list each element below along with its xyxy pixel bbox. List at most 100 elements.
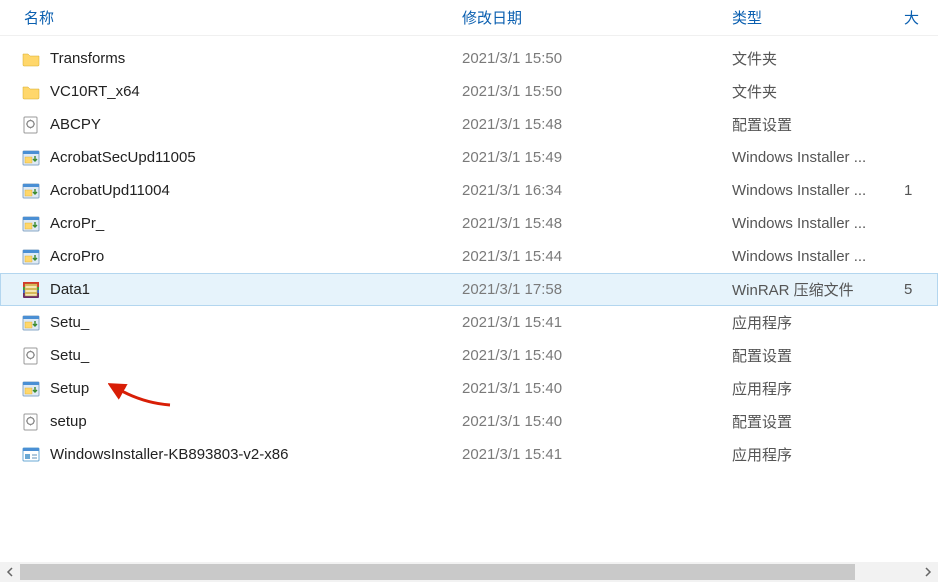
file-date-cell: 2021/3/1 16:34 xyxy=(454,174,724,207)
file-size-cell xyxy=(904,240,938,273)
config-icon xyxy=(20,411,42,433)
file-name-label: AcrobatSecUpd11005 xyxy=(50,149,196,166)
file-name-label: AcroPro xyxy=(50,248,104,265)
file-row[interactable]: VC10RT_x64 2021/3/1 15:50文件夹 xyxy=(0,75,938,108)
file-name-label: Setu_ xyxy=(50,314,89,331)
file-date-cell: 2021/3/1 15:41 xyxy=(454,306,724,339)
msi-icon xyxy=(20,246,42,268)
folder-icon xyxy=(20,48,42,70)
file-list-view: 名称 修改日期 类型 大 Transforms 2021/3/1 15:50文件夹… xyxy=(0,0,938,560)
column-header-type[interactable]: 类型 xyxy=(724,0,904,35)
file-name-label: setup xyxy=(50,413,87,430)
scroll-right-button[interactable] xyxy=(918,562,938,582)
horizontal-scrollbar[interactable] xyxy=(0,562,938,582)
file-row[interactable]: Setu_ 2021/3/1 15:40配置设置 xyxy=(0,339,938,372)
winrar-icon xyxy=(20,279,42,301)
app-msi-icon xyxy=(20,378,42,400)
file-row[interactable]: setup2021/3/1 15:40配置设置 xyxy=(0,405,938,438)
file-size-cell xyxy=(904,372,938,405)
file-name-label: AcrobatUpd11004 xyxy=(50,182,170,199)
file-type-cell: 应用程序 xyxy=(724,438,904,471)
file-type-cell: 应用程序 xyxy=(724,372,904,405)
file-size-cell xyxy=(904,42,938,75)
file-type-cell: WinRAR 压缩文件 xyxy=(724,273,904,306)
file-name-label: Transforms xyxy=(50,50,125,67)
file-size-cell xyxy=(904,306,938,339)
file-row[interactable]: AcrobatUpd11004 2021/3/1 16:34Windows Ins… xyxy=(0,174,938,207)
file-name-label: ABCPY xyxy=(50,116,101,133)
file-date-cell: 2021/3/1 15:40 xyxy=(454,372,724,405)
msi-icon xyxy=(20,180,42,202)
column-header-date[interactable]: 修改日期 xyxy=(454,0,724,35)
file-type-cell: 配置设置 xyxy=(724,405,904,438)
file-size-cell xyxy=(904,108,938,141)
file-name-label: Setu_ xyxy=(50,347,89,364)
file-name-cell[interactable]: Setup xyxy=(0,372,454,405)
file-name-cell[interactable]: Data1 xyxy=(0,273,454,306)
file-type-cell: 配置设置 xyxy=(724,339,904,372)
scrollbar-thumb[interactable] xyxy=(20,564,855,580)
file-type-cell: Windows Installer ... xyxy=(724,141,904,174)
scroll-left-button[interactable] xyxy=(0,562,20,582)
file-name-cell[interactable]: Setu_ xyxy=(0,339,454,372)
file-date-cell: 2021/3/1 17:58 xyxy=(454,273,724,306)
config-icon xyxy=(20,114,42,136)
file-name-cell[interactable]: AcrobatUpd11004 xyxy=(0,174,454,207)
file-name-cell[interactable]: ABCPY xyxy=(0,108,454,141)
file-row[interactable]: AcrobatSecUpd11005 2021/3/1 15:49Windows … xyxy=(0,141,938,174)
file-row[interactable]: AcroPr_ 2021/3/1 15:48Windows Installer .… xyxy=(0,207,938,240)
file-name-cell[interactable]: Setu_ xyxy=(0,306,454,339)
msi-icon xyxy=(20,147,42,169)
file-name-label: VC10RT_x64 xyxy=(50,83,140,100)
file-date-cell: 2021/3/1 15:40 xyxy=(454,339,724,372)
file-name-label: Setup xyxy=(50,380,89,397)
file-name-cell[interactable]: AcroPro xyxy=(0,240,454,273)
file-row[interactable]: Transforms 2021/3/1 15:50文件夹 xyxy=(0,42,938,75)
msi-icon xyxy=(20,213,42,235)
config-icon xyxy=(20,345,42,367)
file-row[interactable]: Data1 2021/3/1 17:58WinRAR 压缩文件5 xyxy=(0,273,938,306)
file-type-cell: 配置设置 xyxy=(724,108,904,141)
app-msi-icon xyxy=(20,312,42,334)
file-date-cell: 2021/3/1 15:50 xyxy=(454,75,724,108)
file-date-cell: 2021/3/1 15:50 xyxy=(454,42,724,75)
file-size-cell: 5 xyxy=(904,273,938,306)
file-row[interactable]: Setup 2021/3/1 15:40应用程序 xyxy=(0,372,938,405)
scrollbar-track[interactable] xyxy=(20,562,918,582)
file-size-cell: 1 xyxy=(904,174,938,207)
file-type-cell: 文件夹 xyxy=(724,42,904,75)
file-row[interactable]: AcroPro 2021/3/1 15:44Windows Installer .… xyxy=(0,240,938,273)
app-icon xyxy=(20,444,42,466)
file-name-label: Data1 xyxy=(50,281,90,298)
file-date-cell: 2021/3/1 15:44 xyxy=(454,240,724,273)
file-row[interactable]: ABCPY 2021/3/1 15:48配置设置 xyxy=(0,108,938,141)
file-rows: Transforms 2021/3/1 15:50文件夹 VC10RT_x64 202… xyxy=(0,36,938,471)
file-name-cell[interactable]: WindowsInstaller-KB893803-v2-x86 xyxy=(0,438,454,471)
file-size-cell xyxy=(904,141,938,174)
file-name-label: WindowsInstaller-KB893803-v2-x86 xyxy=(50,446,288,463)
file-size-cell xyxy=(904,339,938,372)
file-size-cell xyxy=(904,207,938,240)
file-date-cell: 2021/3/1 15:49 xyxy=(454,141,724,174)
file-name-cell[interactable]: AcroPr_ xyxy=(0,207,454,240)
file-date-cell: 2021/3/1 15:48 xyxy=(454,207,724,240)
file-date-cell: 2021/3/1 15:41 xyxy=(454,438,724,471)
file-date-cell: 2021/3/1 15:48 xyxy=(454,108,724,141)
file-type-cell: Windows Installer ... xyxy=(724,174,904,207)
column-header-name[interactable]: 名称 xyxy=(0,0,454,35)
file-name-label: AcroPr_ xyxy=(50,215,104,232)
file-type-cell: 应用程序 xyxy=(724,306,904,339)
file-name-cell[interactable]: VC10RT_x64 xyxy=(0,75,454,108)
file-type-cell: Windows Installer ... xyxy=(724,207,904,240)
folder-icon xyxy=(20,81,42,103)
file-name-cell[interactable]: Transforms xyxy=(0,42,454,75)
file-size-cell xyxy=(904,438,938,471)
file-type-cell: 文件夹 xyxy=(724,75,904,108)
file-name-cell[interactable]: AcrobatSecUpd11005 xyxy=(0,141,454,174)
file-type-cell: Windows Installer ... xyxy=(724,240,904,273)
file-row[interactable]: Setu_ 2021/3/1 15:41应用程序 xyxy=(0,306,938,339)
file-size-cell xyxy=(904,405,938,438)
file-name-cell[interactable]: setup xyxy=(0,405,454,438)
file-row[interactable]: WindowsInstaller-KB893803-v2-x86 2021/3/1… xyxy=(0,438,938,471)
column-header-size[interactable]: 大 xyxy=(904,0,938,35)
